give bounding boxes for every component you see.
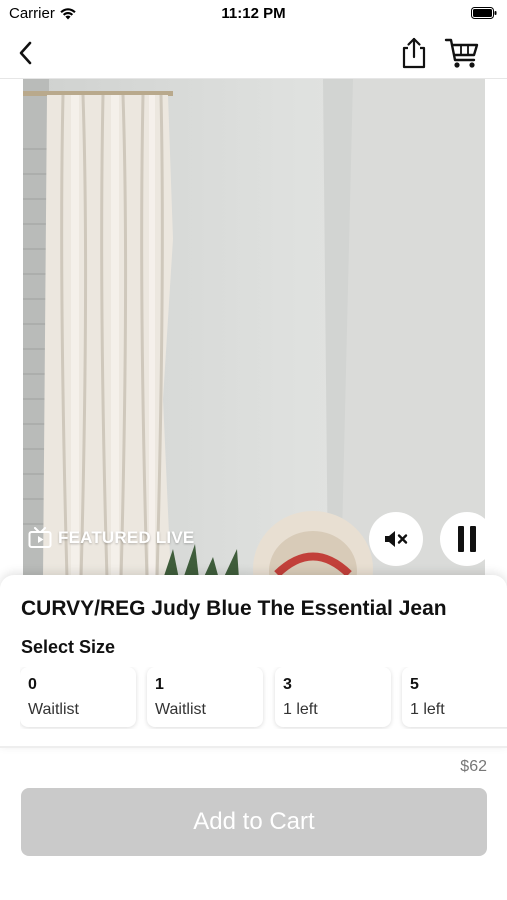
product-title: CURVY/REG Judy Blue The Essential Jean xyxy=(21,597,447,620)
battery-icon xyxy=(471,7,497,19)
chevron-left-icon[interactable] xyxy=(12,38,42,68)
size-availability: Waitlist xyxy=(28,701,79,718)
nav-bar xyxy=(0,28,507,79)
cart-icon[interactable] xyxy=(444,36,480,70)
mute-icon xyxy=(385,531,408,547)
tv-play-icon xyxy=(28,527,52,548)
mute-button[interactable] xyxy=(369,512,423,566)
size-availability: 1 left xyxy=(283,701,318,718)
size-value: 0 xyxy=(28,676,37,693)
size-value: 3 xyxy=(283,676,292,693)
size-value: 1 xyxy=(155,676,164,693)
select-size-label: Select Size xyxy=(21,637,116,657)
status-bar: Carrier 11:12 PM xyxy=(0,0,507,28)
size-options: 0 Waitlist 1 Waitlist 3 1 left 5 1 left xyxy=(20,667,507,729)
divider xyxy=(0,746,507,748)
pause-icon xyxy=(458,526,476,552)
status-time: 11:12 PM xyxy=(221,5,286,22)
price-label: $62 xyxy=(460,758,487,775)
live-video[interactable]: FEATURED LIVE xyxy=(23,79,485,579)
size-option-5[interactable]: 5 1 left xyxy=(402,667,507,727)
featured-live-label: FEATURED LIVE xyxy=(58,528,195,547)
size-option-3[interactable]: 3 1 left xyxy=(275,667,391,727)
add-to-cart-button[interactable]: Add to Cart xyxy=(21,788,487,856)
share-icon[interactable] xyxy=(399,36,429,70)
size-option-0[interactable]: 0 Waitlist xyxy=(20,667,136,727)
video-frame xyxy=(23,79,485,579)
product-sheet: CURVY/REG Judy Blue The Essential Jean S… xyxy=(0,575,507,747)
featured-live-badge: FEATURED LIVE xyxy=(28,527,194,549)
size-availability: Waitlist xyxy=(155,701,206,718)
size-availability: 1 left xyxy=(410,701,445,718)
size-value: 5 xyxy=(410,676,419,693)
size-option-1[interactable]: 1 Waitlist xyxy=(147,667,263,727)
pause-button[interactable] xyxy=(440,512,485,566)
